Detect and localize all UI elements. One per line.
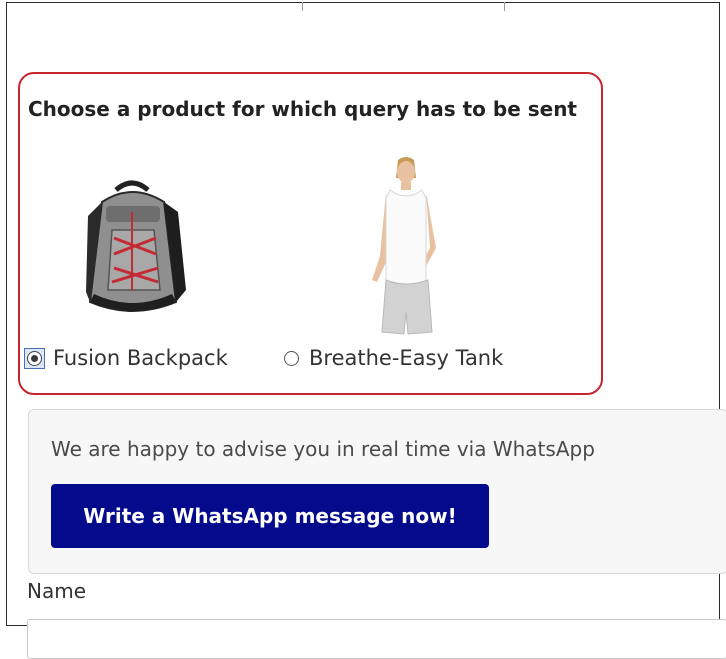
whatsapp-message-button[interactable]: Write a WhatsApp message now! bbox=[51, 484, 489, 548]
breathe-easy-tank-radio[interactable] bbox=[284, 350, 299, 366]
whatsapp-advice-text: We are happy to advise you in real time … bbox=[51, 437, 595, 461]
fusion-backpack-radio[interactable] bbox=[27, 350, 42, 366]
backpack-image[interactable] bbox=[72, 172, 192, 322]
product-selector-heading: Choose a product for which query has to … bbox=[28, 97, 577, 121]
divider-tick bbox=[504, 2, 505, 11]
option-breathe-easy-tank[interactable]: Breathe-Easy Tank bbox=[284, 346, 503, 370]
option-fusion-backpack[interactable]: Fusion Backpack bbox=[24, 346, 228, 370]
option-label: Fusion Backpack bbox=[53, 346, 228, 370]
name-input[interactable] bbox=[27, 619, 726, 659]
divider-tick bbox=[302, 2, 303, 11]
name-field-label: Name bbox=[27, 579, 87, 603]
option-label: Breathe-Easy Tank bbox=[309, 346, 504, 370]
radio-focus-ring bbox=[24, 347, 45, 369]
tank-top-model-image[interactable] bbox=[350, 152, 460, 338]
